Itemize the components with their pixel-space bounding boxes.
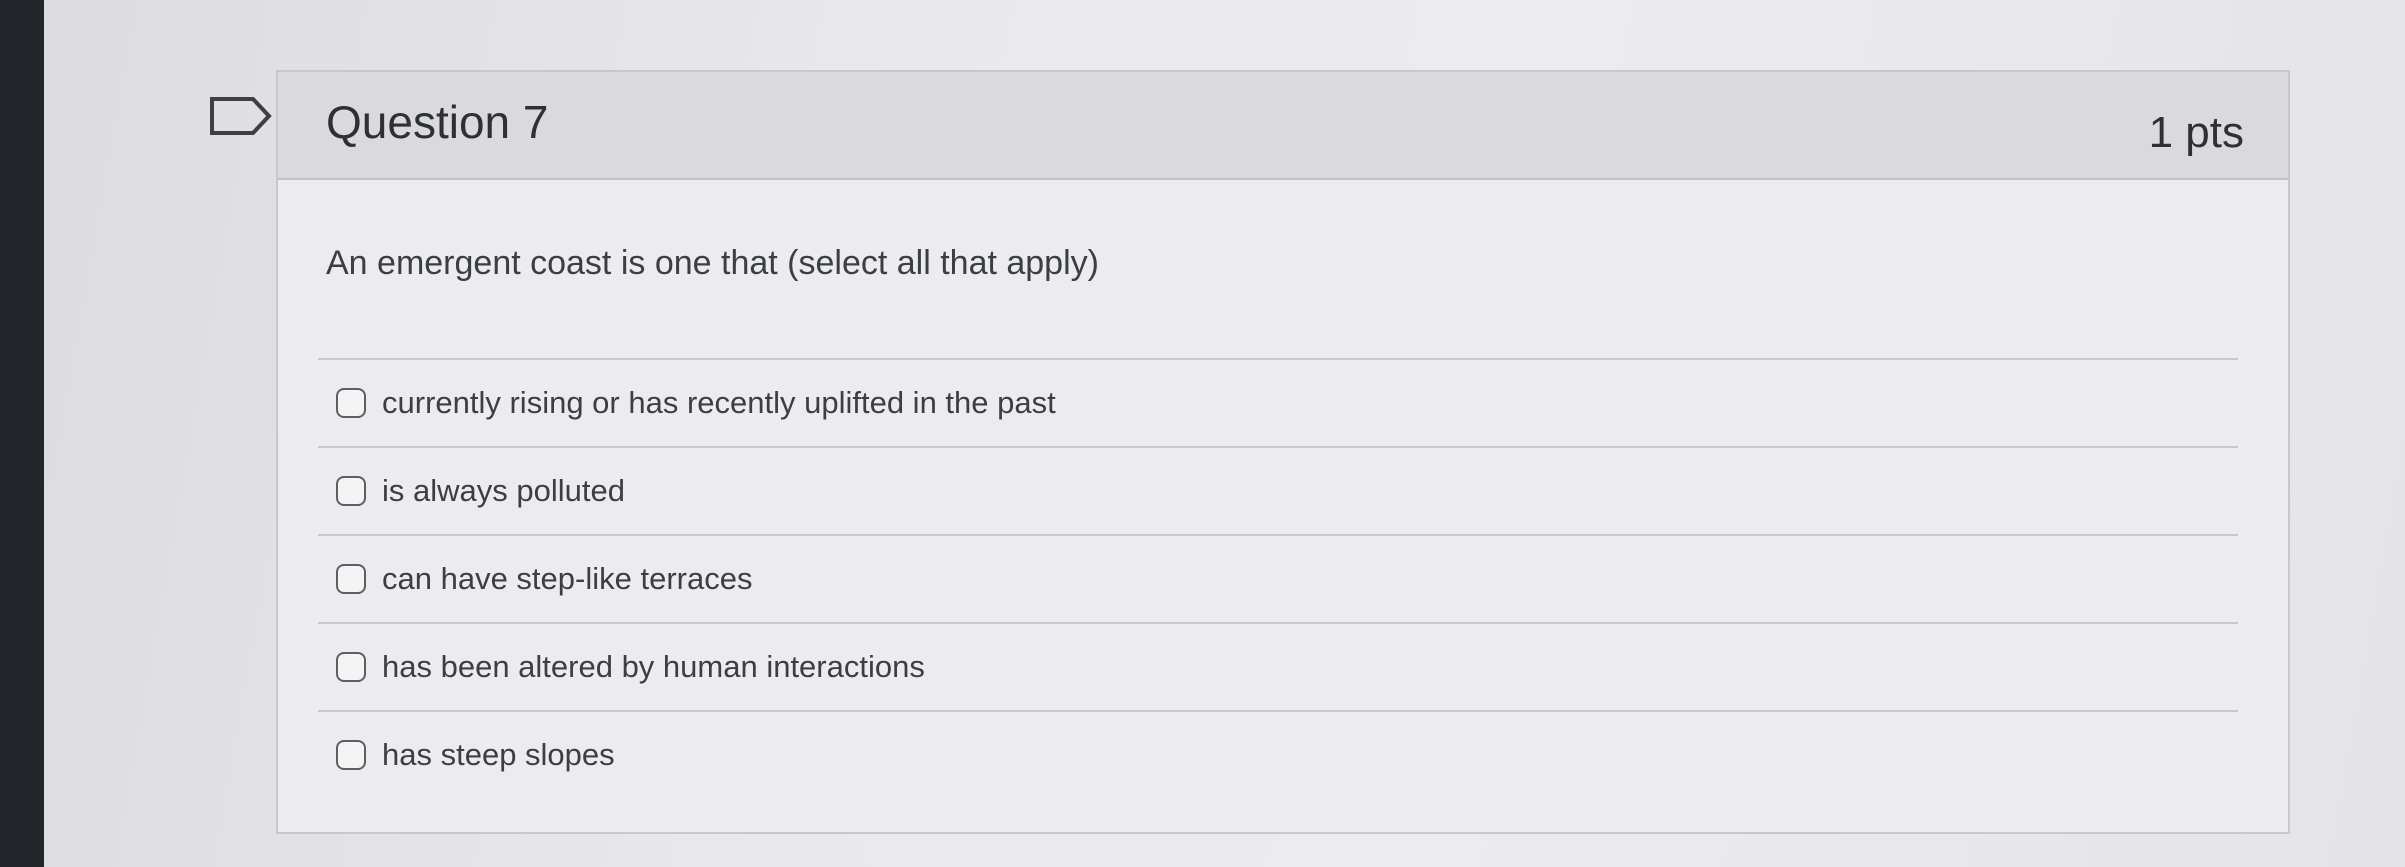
- answer-list: currently rising or has recently uplifte…: [318, 358, 2238, 798]
- screen-bezel: [0, 0, 44, 867]
- question-title: Question 7: [326, 96, 549, 148]
- question-text: An emergent coast is one that (select al…: [326, 244, 1099, 282]
- question-points: 1 pts: [2148, 108, 2244, 157]
- question-header: Question 7 1 pts: [278, 72, 2288, 180]
- answer-label: can have step-like terraces: [382, 561, 753, 596]
- answer-label: has been altered by human interactions: [382, 649, 925, 684]
- answer-checkbox[interactable]: [336, 476, 366, 506]
- answer-checkbox[interactable]: [336, 740, 366, 770]
- page-background: Question 7 1 pts An emergent coast is on…: [44, 0, 2405, 867]
- answer-option-4[interactable]: has been altered by human interactions: [318, 624, 2238, 710]
- question-card: Question 7 1 pts An emergent coast is on…: [276, 70, 2290, 834]
- answer-label: currently rising or has recently uplifte…: [382, 385, 1056, 420]
- answer-checkbox[interactable]: [336, 388, 366, 418]
- answer-checkbox[interactable]: [336, 652, 366, 682]
- answer-checkbox[interactable]: [336, 564, 366, 594]
- answer-label: is always polluted: [382, 473, 625, 508]
- answer-option-5[interactable]: has steep slopes: [318, 712, 2238, 798]
- answer-option-3[interactable]: can have step-like terraces: [318, 536, 2238, 622]
- flag-bookmark-icon[interactable]: [209, 96, 275, 136]
- answer-option-1[interactable]: currently rising or has recently uplifte…: [318, 360, 2238, 446]
- answer-label: has steep slopes: [382, 737, 615, 772]
- answer-option-2[interactable]: is always polluted: [318, 448, 2238, 534]
